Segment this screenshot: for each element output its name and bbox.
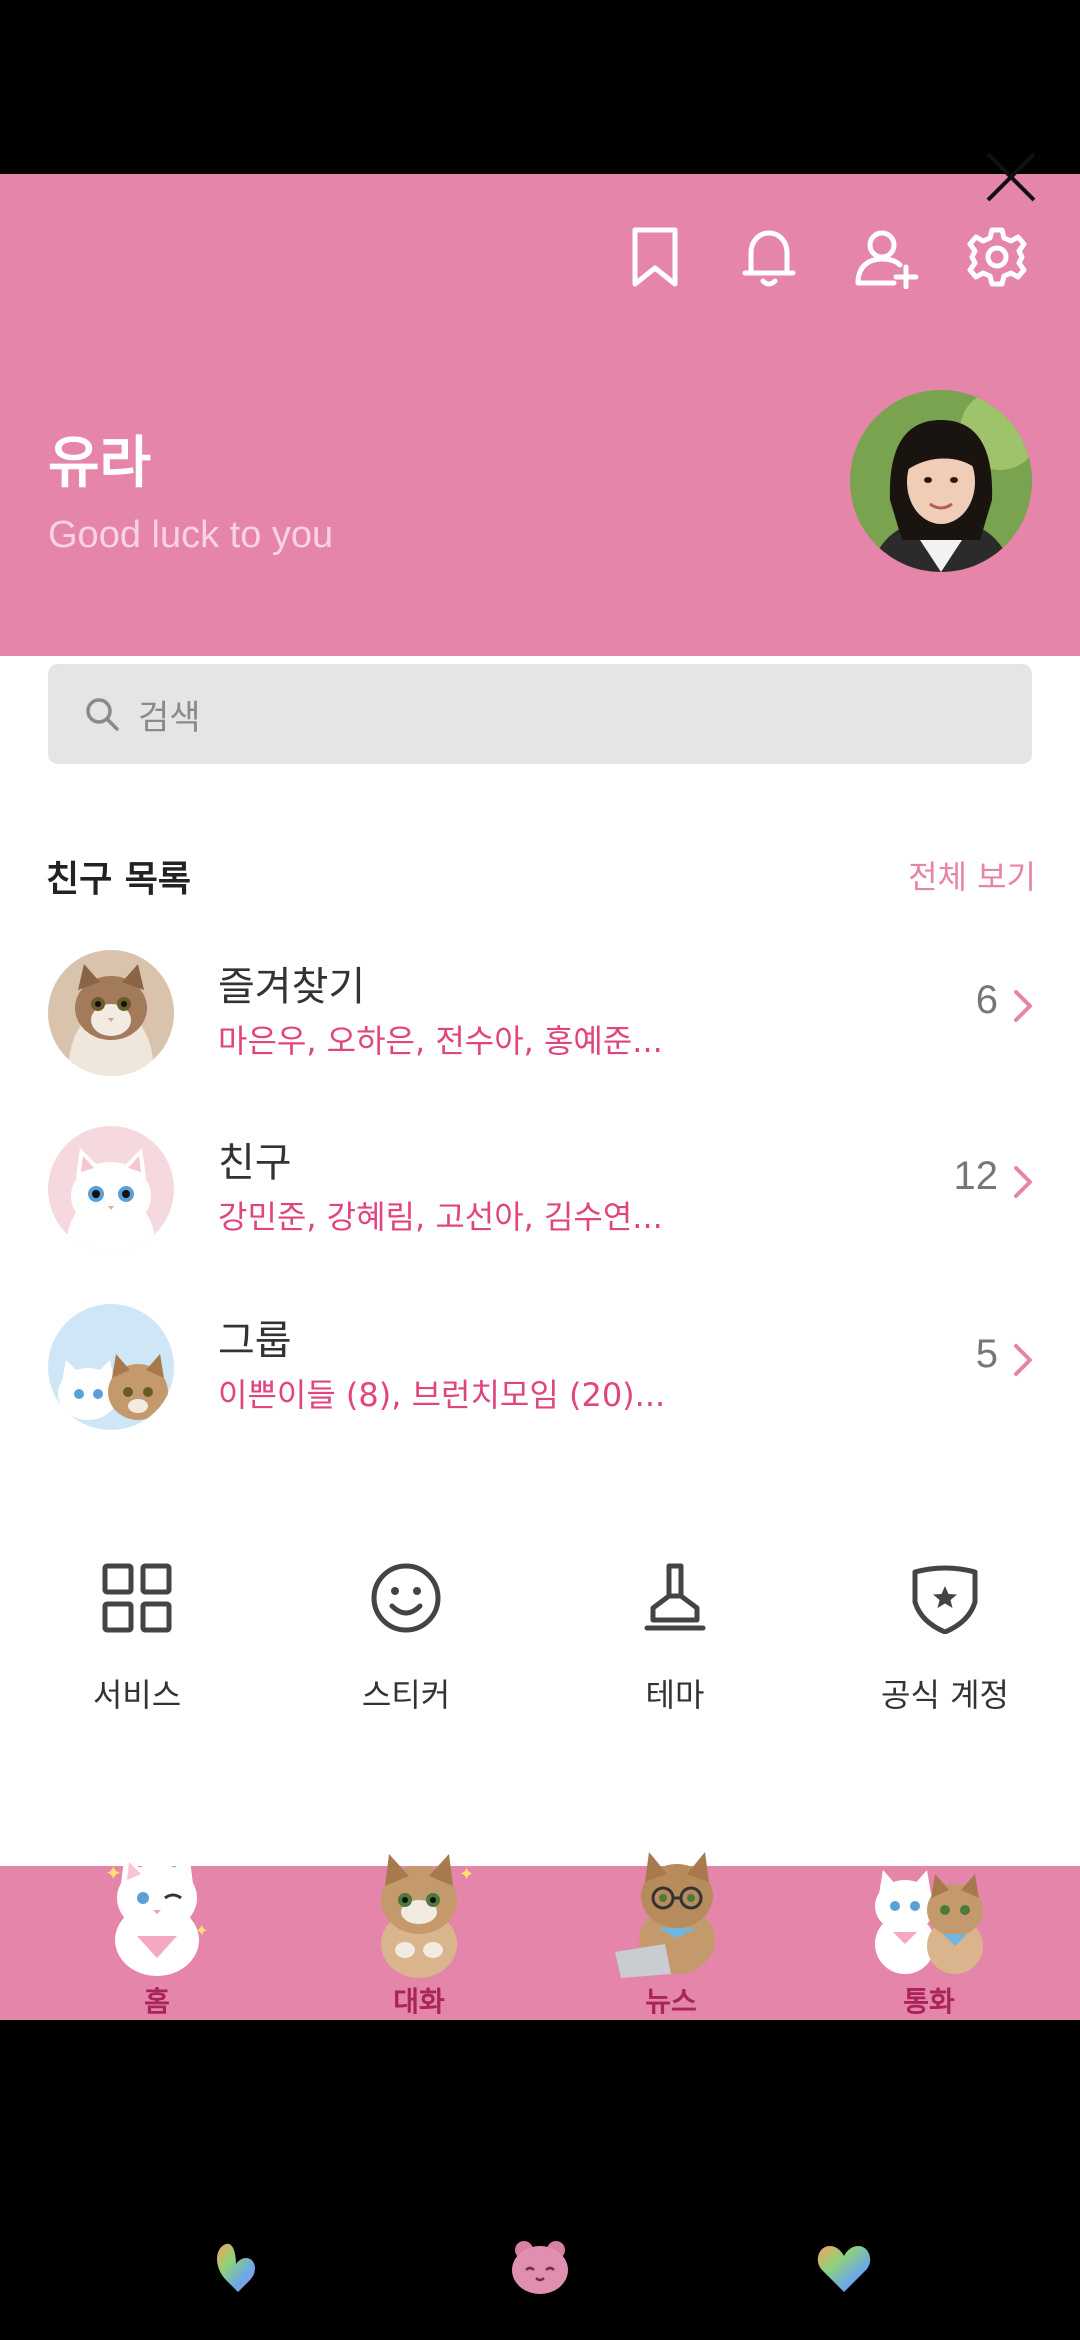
search-bar[interactable]: 검색: [48, 664, 1032, 764]
bell-icon: [742, 230, 796, 287]
row-count: 6: [975, 978, 998, 1022]
notification-button[interactable]: [734, 222, 804, 292]
nav-label-news: 뉴스: [645, 1985, 697, 2018]
nav-tab-chats[interactable]: ✦ 대화: [284, 1840, 554, 2020]
nav-tab-home[interactable]: ✦ ✦ 홈: [22, 1840, 292, 2020]
bear-home-icon[interactable]: [508, 2234, 572, 2298]
brush-icon: [644, 1563, 706, 1631]
favorites-avatar: [48, 950, 174, 1076]
shield-star-icon: [912, 1565, 978, 1634]
rainbow-heart-recent-icon[interactable]: [812, 2234, 876, 2298]
profile-name: 유라: [48, 431, 152, 496]
theme-button[interactable]: 테마: [540, 1562, 810, 1732]
list-item-groups[interactable]: 그룹 이쁜이들 (8), 브런치모임 (20)... 5: [0, 1292, 1080, 1452]
add-friend-icon: [855, 230, 919, 289]
nav-tab-news[interactable]: 뉴스: [536, 1840, 806, 2020]
nav-tab-calls[interactable]: 통화: [794, 1840, 1064, 2020]
search-placeholder: 검색: [138, 697, 201, 738]
friends-avatar: [48, 1126, 174, 1252]
see-all-link[interactable]: 전체 보기: [908, 852, 1036, 898]
row-title: 그룹: [218, 1318, 292, 1364]
profile-status-message: Good luck to you: [48, 514, 334, 556]
two-cats-icon: [875, 1870, 983, 1974]
chevron-right-icon: [1014, 1344, 1032, 1376]
row-subtitle: 이쁜이들 (8), 브런치모임 (20)...: [218, 1376, 666, 1414]
theme-label: 테마: [645, 1676, 705, 1714]
row-title: 즐겨찾기: [218, 964, 366, 1010]
search-icon: [86, 698, 119, 731]
row-title: 친구: [218, 1140, 292, 1186]
white-cat-wink-icon: ✦ ✦: [105, 1852, 208, 1976]
service-shortcuts: 서비스 스티커 테마 공식 계정: [0, 1562, 1080, 1732]
nav-label-calls: 통화: [903, 1985, 955, 2018]
tabby-cat-icon: ✦: [381, 1854, 474, 1978]
grid-icon: [102, 1563, 172, 1633]
rainbow-heart-back-icon[interactable]: [206, 2234, 270, 2298]
row-subtitle: 강민준, 강혜림, 고선아, 김수연...: [218, 1198, 663, 1236]
service-button[interactable]: 서비스: [2, 1562, 272, 1732]
chevron-right-icon: [1014, 990, 1032, 1022]
smiley-icon: [371, 1563, 441, 1633]
profile-photo[interactable]: [850, 390, 1032, 572]
nav-label-chats: 대화: [393, 1985, 445, 2018]
screen: 유라 Good luck to you 검색 친구 목록 전체 보기 즐겨찾기 …: [0, 0, 1080, 2340]
list-item-favorites[interactable]: 즐겨찾기 마은우, 오하은, 전수아, 홍예준... 6: [0, 938, 1080, 1098]
row-count: 12: [953, 1154, 999, 1198]
bookmark-icon: [632, 227, 678, 287]
list-item-friends[interactable]: 친구 강민준, 강혜림, 고선아, 김수연... 12: [0, 1114, 1080, 1274]
cat-laptop-icon: [615, 1852, 715, 1978]
nav-label-home: 홈: [144, 1985, 170, 2018]
svg-text:✦: ✦: [105, 1861, 122, 1885]
row-subtitle: 마은우, 오하은, 전수아, 홍예준...: [218, 1022, 663, 1060]
row-count: 5: [975, 1332, 998, 1376]
official-account-button[interactable]: 공식 계정: [810, 1562, 1080, 1732]
bookmark-button[interactable]: [620, 222, 690, 292]
sticker-label: 스티커: [361, 1676, 451, 1714]
svg-text:✦: ✦: [459, 1864, 474, 1885]
add-friend-button[interactable]: [852, 222, 922, 292]
groups-avatar: [48, 1304, 174, 1430]
chevron-right-icon: [1014, 1166, 1032, 1198]
bottom-navigation: ✦ ✦ 홈 ✦ 대화 뉴스 통화: [0, 1852, 1080, 2020]
official-account-label: 공식 계정: [881, 1676, 1009, 1714]
gear-icon: [967, 227, 1027, 287]
service-label: 서비스: [92, 1676, 182, 1714]
sticker-button[interactable]: 스티커: [271, 1562, 541, 1732]
friends-section-title: 친구 목록: [46, 859, 192, 900]
settings-button[interactable]: [962, 222, 1032, 292]
system-navigation-bar: [0, 2200, 1080, 2340]
svg-text:✦: ✦: [195, 1921, 208, 1940]
main-content: 검색 친구 목록 전체 보기 즐겨찾기 마은우, 오하은, 전수아, 홍예준..…: [0, 656, 1080, 1866]
close-button[interactable]: [982, 148, 1040, 206]
close-icon: [986, 152, 1036, 202]
